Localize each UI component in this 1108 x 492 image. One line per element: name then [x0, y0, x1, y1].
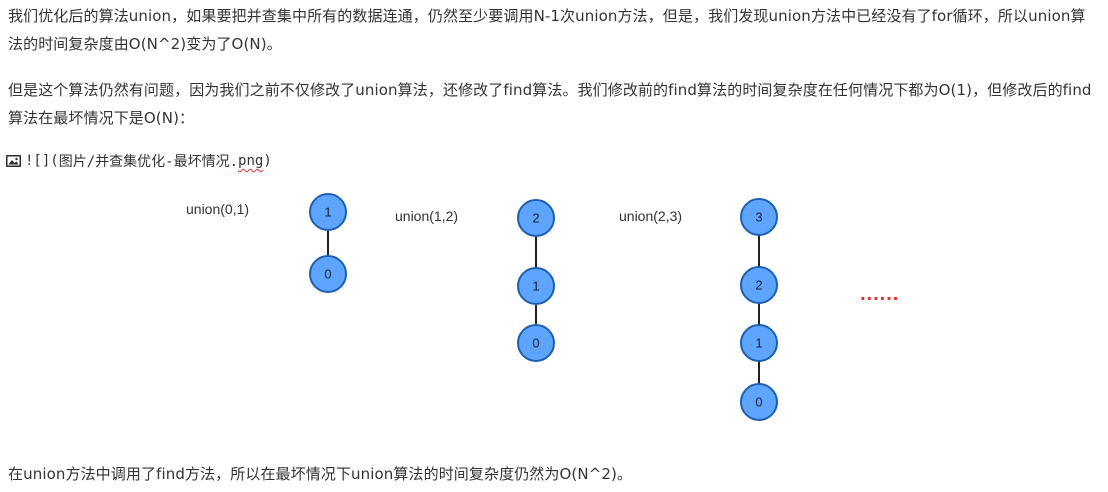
svg-text:1: 1: [755, 336, 762, 351]
paragraph-union-complexity: 我们优化后的算法union，如果要把并查集中所有的数据连通，仍然至少要调用N-1…: [8, 7, 1086, 53]
continuation-ellipsis: ......: [860, 283, 899, 305]
union-call-label: union(2,3): [619, 208, 682, 224]
broken-image-reference[interactable]: ![](图片/并查集优化-最坏情况. png): [6, 150, 272, 172]
tree-node: 3: [740, 198, 778, 236]
tree-node: 1: [309, 193, 347, 231]
union-worst-case-diagram: union(0,1) 1 0 union(1,2) 2 1 0 union(2,…: [186, 193, 899, 421]
svg-text:2: 2: [755, 278, 762, 293]
tree-node: 1: [517, 267, 555, 305]
image-icon: [6, 155, 21, 167]
image-ref-suffix: ): [263, 153, 272, 169]
svg-text:0: 0: [532, 336, 539, 351]
tree-node: 2: [517, 199, 555, 237]
svg-text:0: 0: [324, 267, 331, 282]
union-call-label: union(0,1): [186, 201, 249, 217]
svg-text:3: 3: [755, 210, 762, 225]
svg-text:0: 0: [755, 395, 762, 410]
tree-node: 2: [740, 266, 778, 304]
tree-node: 0: [740, 383, 778, 421]
svg-text:2: 2: [532, 211, 539, 226]
svg-text:1: 1: [532, 279, 539, 294]
image-ref-path: 图片/并查集优化-最坏情况.: [58, 154, 239, 170]
svg-text:1: 1: [324, 205, 331, 220]
paragraph-conclusion: 在union方法中调用了find方法，所以在最坏情况下union算法的时间复杂度…: [8, 465, 633, 483]
union-call-label: union(1,2): [395, 208, 458, 224]
tree-node: 1: [740, 324, 778, 362]
image-ref-prefix: ![](: [25, 153, 59, 169]
paragraph-find-problem: 但是这个算法仍然有问题，因为我们之前不仅修改了union算法，还修改了find算…: [8, 81, 1092, 127]
tree-node: 0: [517, 324, 555, 362]
image-ref-extension: png: [238, 153, 264, 169]
tree-node: 0: [309, 255, 347, 293]
